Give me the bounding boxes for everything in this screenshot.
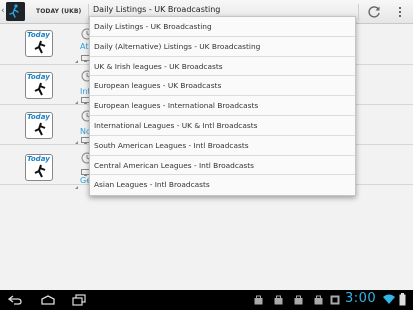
up-caret-icon[interactable]: ‹ bbox=[1, 6, 5, 16]
corner-marker-icon bbox=[75, 186, 78, 189]
dropdown-option[interactable]: UK & Irish leagues - UK Broadcasts bbox=[90, 57, 355, 77]
nav-label[interactable]: TODAY (UKB) bbox=[36, 8, 81, 15]
refresh-icon[interactable] bbox=[366, 4, 382, 20]
wifi-icon bbox=[383, 294, 395, 304]
today-logo: Today bbox=[25, 112, 53, 139]
dropdown-option[interactable]: Central American Leagues - Intl Broadcas… bbox=[90, 156, 355, 176]
battery-icon bbox=[399, 293, 406, 306]
today-logo: Today bbox=[25, 30, 53, 57]
listing-dropdown: Daily Listings - UK Broadcasting Daily (… bbox=[89, 16, 356, 196]
today-logo: Today bbox=[25, 72, 53, 99]
screenshot-icon bbox=[330, 295, 340, 305]
bag-icon bbox=[294, 295, 303, 305]
corner-marker-icon bbox=[75, 101, 78, 104]
bag-icon bbox=[254, 295, 263, 305]
system-bar: 3:00 bbox=[0, 290, 413, 310]
dropdown-option[interactable]: Asian Leagues - Intl Broadcasts bbox=[90, 175, 355, 195]
bag-icon bbox=[274, 295, 283, 305]
dropdown-option[interactable]: International Leagues - UK & Intl Broadc… bbox=[90, 116, 355, 136]
overflow-menu-icon[interactable] bbox=[392, 4, 408, 20]
bag-icon bbox=[314, 295, 323, 305]
back-icon[interactable] bbox=[8, 295, 22, 305]
listing-spinner[interactable]: Daily Listings - UK Broadcasting bbox=[93, 5, 220, 14]
recent-apps-icon[interactable] bbox=[72, 294, 86, 306]
clock-time: 3:00 bbox=[345, 291, 377, 306]
corner-marker-icon bbox=[75, 60, 78, 63]
dropdown-option[interactable]: South American Leagues - Intl Broadcasts bbox=[90, 136, 355, 156]
app-logo-icon[interactable] bbox=[6, 2, 25, 21]
today-logo: Today bbox=[25, 154, 53, 181]
dropdown-option[interactable]: Daily (Alternative) Listings - UK Broadc… bbox=[90, 37, 355, 57]
dropdown-option[interactable]: European leagues - International Broadca… bbox=[90, 96, 355, 116]
dropdown-option[interactable]: Daily Listings - UK Broadcasting bbox=[90, 17, 355, 37]
corner-marker-icon bbox=[75, 141, 78, 144]
divider bbox=[358, 4, 359, 20]
dropdown-option[interactable]: European leagues - UK Broadcasts bbox=[90, 76, 355, 97]
home-icon[interactable] bbox=[40, 295, 56, 305]
